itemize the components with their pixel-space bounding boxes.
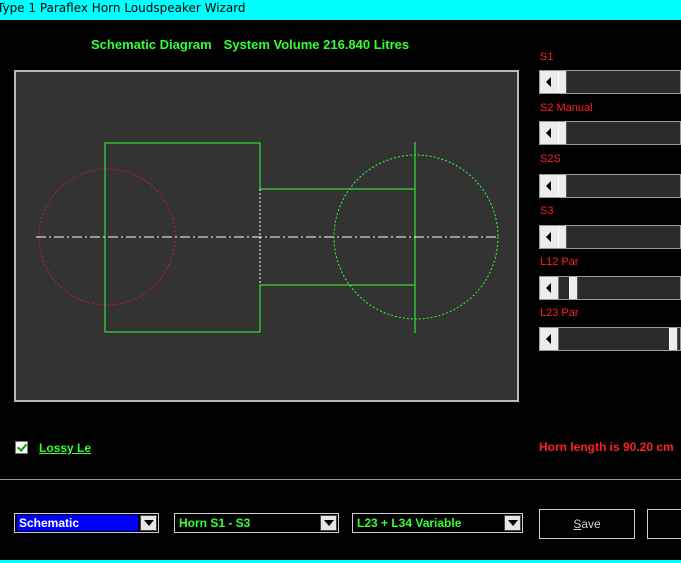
slider-label-s1: S1	[540, 51, 554, 63]
divider	[0, 479, 681, 480]
slider-thumb[interactable]	[558, 71, 567, 93]
slider-s3[interactable]	[539, 225, 681, 249]
save-button-label: ave	[581, 517, 601, 531]
window-title: Type 1 Paraflex Horn Loudspeaker Wizard	[0, 1, 246, 15]
heading-diagram: Schematic Diagram	[91, 37, 212, 52]
horn-select[interactable]: Horn S1 - S3	[174, 513, 339, 533]
chevron-down-icon[interactable]	[140, 515, 157, 531]
horn-select-value[interactable]: Horn S1 - S3	[177, 515, 317, 531]
slider-l23[interactable]	[539, 327, 681, 351]
slider-label-s2: S2 Manual	[540, 102, 593, 114]
parameter-select[interactable]: L23 + L34 Variable	[352, 513, 523, 533]
slider-s2[interactable]	[539, 121, 681, 145]
slider-s1[interactable]	[539, 70, 681, 94]
slider-thumb[interactable]	[558, 122, 567, 144]
slider-left-arrow[interactable]	[540, 328, 559, 350]
slider-left-arrow[interactable]	[540, 71, 559, 93]
title-bar: Type 1 Paraflex Horn Loudspeaker Wizard	[0, 0, 681, 20]
chevron-down-icon[interactable]	[320, 515, 337, 531]
slider-left-arrow[interactable]	[540, 122, 559, 144]
slider-thumb[interactable]	[558, 175, 567, 197]
view-select[interactable]: Schematic	[14, 513, 159, 533]
slider-thumb[interactable]	[669, 328, 678, 350]
schematic-drawing	[36, 142, 499, 333]
slider-label-l12: L12 Par	[540, 256, 579, 268]
slider-left-arrow[interactable]	[540, 226, 559, 248]
slider-left-arrow[interactable]	[540, 175, 559, 197]
lossy-le-checkbox[interactable]	[15, 441, 28, 454]
heading-volume: System Volume 216.840 Litres	[223, 37, 410, 52]
slider-left-arrow[interactable]	[540, 277, 559, 299]
slider-thumb[interactable]	[558, 226, 567, 248]
schematic-canvas	[14, 70, 519, 402]
slider-label-s3: S3	[540, 205, 554, 217]
lossy-le-label[interactable]: Lossy Le	[39, 441, 91, 455]
slider-label-l23: L23 Par	[540, 307, 579, 319]
next-button[interactable]	[647, 509, 681, 539]
slider-l12[interactable]	[539, 276, 681, 300]
schematic-heading: Schematic Diagram System Volume 216.840 L…	[91, 37, 409, 52]
chevron-down-icon[interactable]	[504, 515, 521, 531]
horn-length-readout: Horn length is 90.20 cm	[539, 440, 674, 454]
slider-thumb[interactable]	[569, 277, 579, 299]
save-button[interactable]: Save	[539, 509, 635, 539]
slider-label-s2s: S2S	[540, 153, 561, 165]
slider-s2s[interactable]	[539, 174, 681, 198]
view-select-value[interactable]: Schematic	[17, 515, 138, 531]
parameter-select-value[interactable]: L23 + L34 Variable	[355, 515, 501, 531]
